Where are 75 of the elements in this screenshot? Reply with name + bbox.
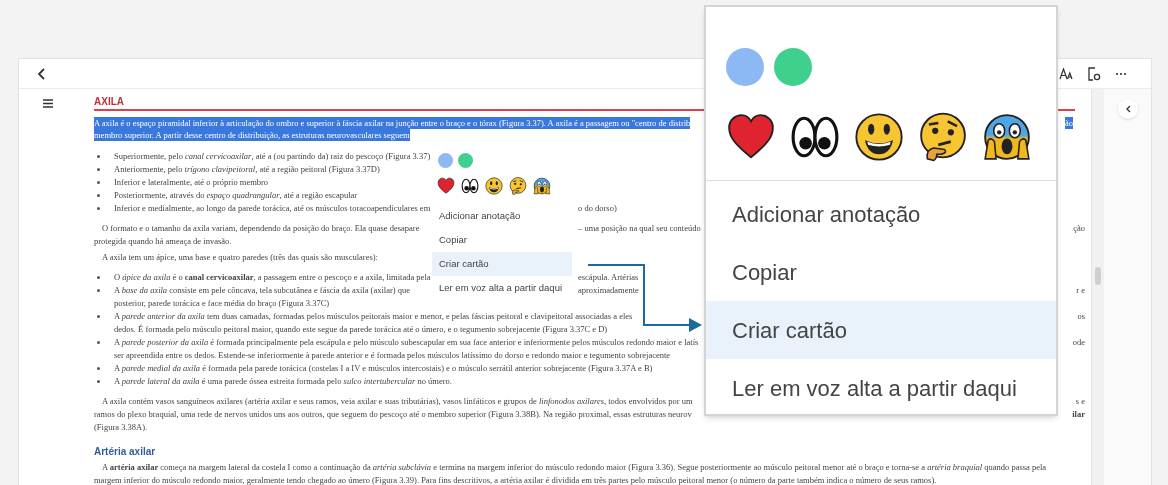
bullet-icon [97, 155, 100, 158]
bullet-icon [97, 276, 100, 279]
text-line: o do dorso) [578, 202, 617, 215]
grinning-face-icon[interactable] [485, 177, 503, 195]
menu-item[interactable]: Ler em voz alta a partir daqui [706, 359, 1056, 417]
thinking-face-icon[interactable] [509, 177, 527, 195]
heart-icon[interactable] [437, 177, 455, 195]
color-swatch[interactable] [438, 153, 453, 168]
thinking-face-icon[interactable] [918, 112, 968, 162]
menu-item[interactable]: Adicionar anotação [706, 185, 1056, 243]
screaming-face-icon[interactable] [533, 177, 551, 195]
page-settings-icon[interactable] [1087, 66, 1101, 81]
bullet-icon [97, 168, 100, 171]
text-line: A artéria axilar começa na margem lateral da costela I como a continuação da artéria subclávia e termina na margem inferior do músculo redondo maior (Figura 3.36). Segue posteriormente ao músculo peitoral menor até o braço e torna-se a artéria braquial quando passa pela [102, 461, 1047, 474]
text-line: protegida quando há ameaça de invasão. [94, 235, 232, 248]
back-icon[interactable] [37, 67, 47, 80]
text-line: – uma posição na qual seu conteúdo [578, 222, 701, 235]
text-line: (Figura 3.38A). [94, 421, 148, 434]
text-line: Superiormente, pelo canal cervicoaxilar, até a (ou partindo da) raiz do pescoço (Figura 3.37) [114, 150, 431, 163]
text-line: A parede medial da axila é formada pela parede torácica (costelas I a IV e músculos intercostais) e o músculo serrátil anterior sobrejacente (Figura 3.37A e B) [114, 362, 653, 375]
text-line: O formato e o tamanho da axila variam, dependendo da posição do braço. Ela quase desapare [102, 222, 420, 235]
bullet-icon [97, 315, 100, 318]
text-line: dedos. É formada pelo músculo peitoral maior, quando este segue da parede torácica até o úmero, e o tegumento sobrejacente (Figura 3.37C e D) [114, 323, 608, 336]
menu-item[interactable]: Criar cartão [432, 252, 572, 276]
chapter-heading: AXILA [94, 95, 124, 108]
text-line: ramos do plexo braquial, uma rede de nervos unidos uns aos outros, que seguem do pescoço até o membro superior (Figura 3.38B). Na região proximal, essas estruturas neurov [94, 408, 692, 421]
text-line: os [1077, 310, 1086, 323]
grinning-face-icon[interactable] [854, 112, 904, 162]
selected-text: membro superior. A partir desse centro de distribuição, as estruturas neurovasculares seguem [94, 129, 410, 141]
chevron-left-icon [1124, 105, 1131, 113]
bullet-icon [97, 380, 100, 383]
text-line: A parede posterior da axila é formada principalmente pela escápula e pelo músculo subescapular em sua face anterior e inferiormente pelos músculos redondo maior e latís [114, 336, 699, 349]
menu-item[interactable]: Copiar [432, 228, 572, 252]
menu-item[interactable]: Adicionar anotação [432, 204, 572, 228]
text-line: ilar [1072, 408, 1086, 421]
text-line: margem inferior do músculo redondo maior, geralmente tendo chegado ao úmero (Figura 3.39). Para fins descritivos, a artéria axilar é dividida em três partes pelo músculo peitoral menor (o número da parte também indica o número de seus ramos). [94, 474, 937, 485]
text-line: A base da axila consiste em pele côncava, tela subcutânea e fáscia da axila (axilar) que [114, 284, 410, 297]
text-line: s e [1075, 395, 1086, 408]
bullet-icon [97, 181, 100, 184]
text-line: Inferior e medialmente, ao longo da parede torácica, até os músculos toracoapendiculares em [114, 202, 431, 215]
bullet-icon [97, 367, 100, 370]
screaming-face-icon[interactable] [982, 112, 1032, 162]
scrollbar-thumb[interactable] [1095, 267, 1101, 285]
text-line: ção [1073, 222, 1086, 235]
menu-icon[interactable] [42, 99, 53, 108]
selected-text: A axila é o espaço piramidal inferior à articulação do ombro e superior à fáscia axilar na junção entre o braço e o tórax (Figura 3.37). A axila é a passagem ou "centro de distrib [94, 117, 691, 129]
menu-item[interactable]: Copiar [706, 243, 1056, 301]
color-swatch[interactable] [774, 48, 812, 86]
text-line: Posteriormente, através do espaço quadrangular, até a região escapular [114, 189, 358, 202]
text-line: A axila contém vasos sanguíneos axilares (artéria axilar e seus ramos, veia axilar e suas tributárias), vasos linfáticos e grupos de linfonodos axilares, todos envolvidos por um [102, 395, 693, 408]
text-line: A axila tem um ápice, uma base e quatro paredes (três das quais são musculares): [102, 251, 378, 264]
selected-text: ão [1064, 117, 1073, 129]
text-line: r e [1076, 284, 1086, 297]
more-icon[interactable] [1115, 71, 1127, 76]
text-line: Anteriormente, pelo trígono clavipeitoral, até a região peitoral (Figura 3.37D) [114, 163, 380, 176]
menu-item[interactable]: Criar cartão [706, 301, 1056, 359]
bullet-icon [97, 194, 100, 197]
bullet-icon [97, 289, 100, 292]
text-line: ode [1072, 336, 1086, 349]
section-subheading: Artéria axilar [94, 445, 156, 458]
text-line: ser apreendida entre os dedos. Estende-se inferiormente à parede anterior e é formada pelos músculos latíssimo do dorso e redondo maior e tegumento sobrejacente [114, 349, 671, 362]
text-line: A parede lateral da axila é uma parede óssea estreita formada pelo sulco intertubercular no úmero. [114, 375, 452, 388]
text-line: escápula. Artérias [578, 271, 639, 284]
text-line: A parede anterior da axila tem duas camadas, formadas pelos músculos peitorais maior e menor, e pelas fáscias peitoral e clavipeitoral associadas a eles [114, 310, 633, 323]
color-swatch[interactable] [726, 48, 764, 86]
text-line: O ápice da axila é o canal cervicoaxilar, a passagem entre o pescoço e a axila, limitada pela [114, 271, 431, 284]
menu-item[interactable]: Ler em voz alta a partir daqui [432, 276, 572, 300]
color-swatch[interactable] [458, 153, 473, 168]
bullet-icon [97, 341, 100, 344]
text-line: Inferior e lateralmente, até o próprio membro [114, 176, 269, 189]
eyes-icon[interactable] [461, 177, 479, 195]
text-size-icon[interactable] [1059, 67, 1073, 80]
bullet-icon [97, 207, 100, 210]
text-line: aproximadamente [578, 284, 639, 297]
text-line: posterior, parede torácica e face média do braço (Figura 3.37C) [114, 297, 330, 310]
